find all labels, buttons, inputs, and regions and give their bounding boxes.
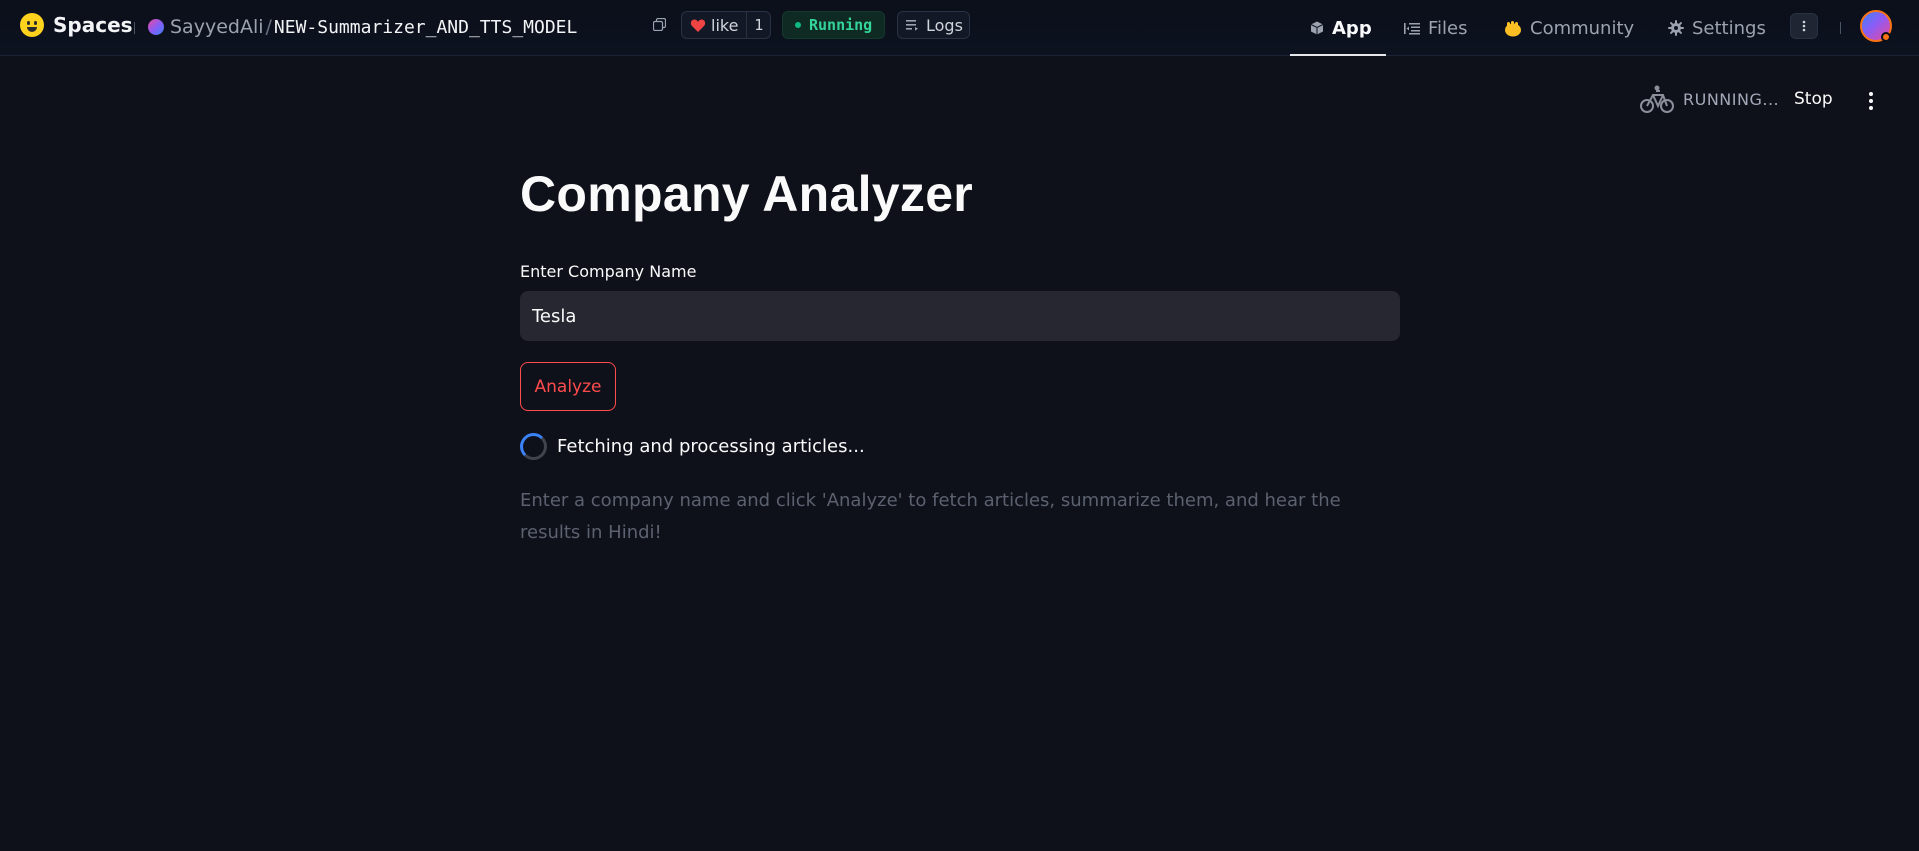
tab-community-label: Community — [1530, 17, 1635, 39]
tab-app[interactable]: App — [1310, 14, 1372, 42]
more-options-button[interactable] — [1790, 13, 1818, 39]
space-status-badge[interactable]: Running — [782, 11, 885, 39]
like-count[interactable]: 1 — [747, 16, 770, 34]
app-running-status: RUNNING... — [1683, 90, 1780, 109]
repo-owner-link[interactable]: SayyedAli — [170, 16, 264, 38]
like-label: like — [711, 15, 739, 35]
community-hand-icon — [1505, 20, 1521, 36]
status-label: Running — [809, 16, 873, 34]
loading-indicator: Fetching and processing articles... — [520, 433, 865, 460]
spinner-text: Fetching and processing articles... — [557, 436, 865, 457]
spinner-icon — [520, 433, 547, 460]
page-title: Company Analyzer — [520, 166, 974, 222]
logs-icon — [906, 20, 918, 31]
repo-breadcrumb: SayyedAli / NEW-Summarizer_AND_TTS_MODEL — [148, 13, 577, 41]
app-main: Company Analyzer Enter Company Name Anal… — [520, 165, 1400, 543]
divider — [1840, 22, 1841, 34]
copy-icon[interactable] — [653, 18, 666, 31]
files-icon — [1404, 22, 1420, 34]
cube-icon — [1310, 21, 1324, 35]
like-button[interactable]: like — [682, 12, 748, 38]
analyze-button[interactable]: Analyze — [520, 362, 616, 411]
tab-settings-label: Settings — [1692, 17, 1766, 39]
tab-files-label: Files — [1428, 17, 1468, 39]
tab-community[interactable]: Community — [1504, 14, 1634, 42]
tab-app-label: App — [1332, 17, 1372, 39]
tab-settings[interactable]: Settings — [1668, 14, 1766, 42]
brand-label: Spaces — [53, 13, 133, 37]
repo-separator: / — [265, 16, 272, 38]
tab-files[interactable]: Files — [1404, 14, 1468, 42]
notification-dot — [1881, 32, 1891, 42]
huggingface-logo-icon — [20, 13, 44, 37]
bicycle-icon — [1640, 85, 1674, 113]
like-widget: like 1 — [681, 11, 771, 39]
company-name-label: Enter Company Name — [520, 262, 697, 281]
logs-label: Logs — [926, 15, 963, 35]
stop-button[interactable]: Stop — [1794, 89, 1833, 109]
heart-icon — [690, 18, 706, 32]
gear-icon — [1668, 20, 1684, 36]
status-dot-icon — [795, 22, 801, 28]
kebab-menu-icon[interactable] — [1866, 90, 1876, 112]
divider — [134, 22, 135, 34]
vertical-dots-icon — [1802, 20, 1806, 32]
top-navbar: Spaces SayyedAli / NEW-Summarizer_AND_TT… — [0, 0, 1919, 56]
instruction-caption: Enter a company name and click 'Analyze'… — [520, 490, 1341, 543]
repo-name-link[interactable]: NEW-Summarizer_AND_TTS_MODEL — [274, 17, 577, 38]
active-tab-indicator — [1290, 54, 1386, 56]
spaces-home-link[interactable]: Spaces — [20, 13, 133, 37]
company-name-input[interactable] — [520, 291, 1400, 341]
logs-button[interactable]: Logs — [897, 11, 970, 39]
owner-avatar — [148, 19, 164, 35]
